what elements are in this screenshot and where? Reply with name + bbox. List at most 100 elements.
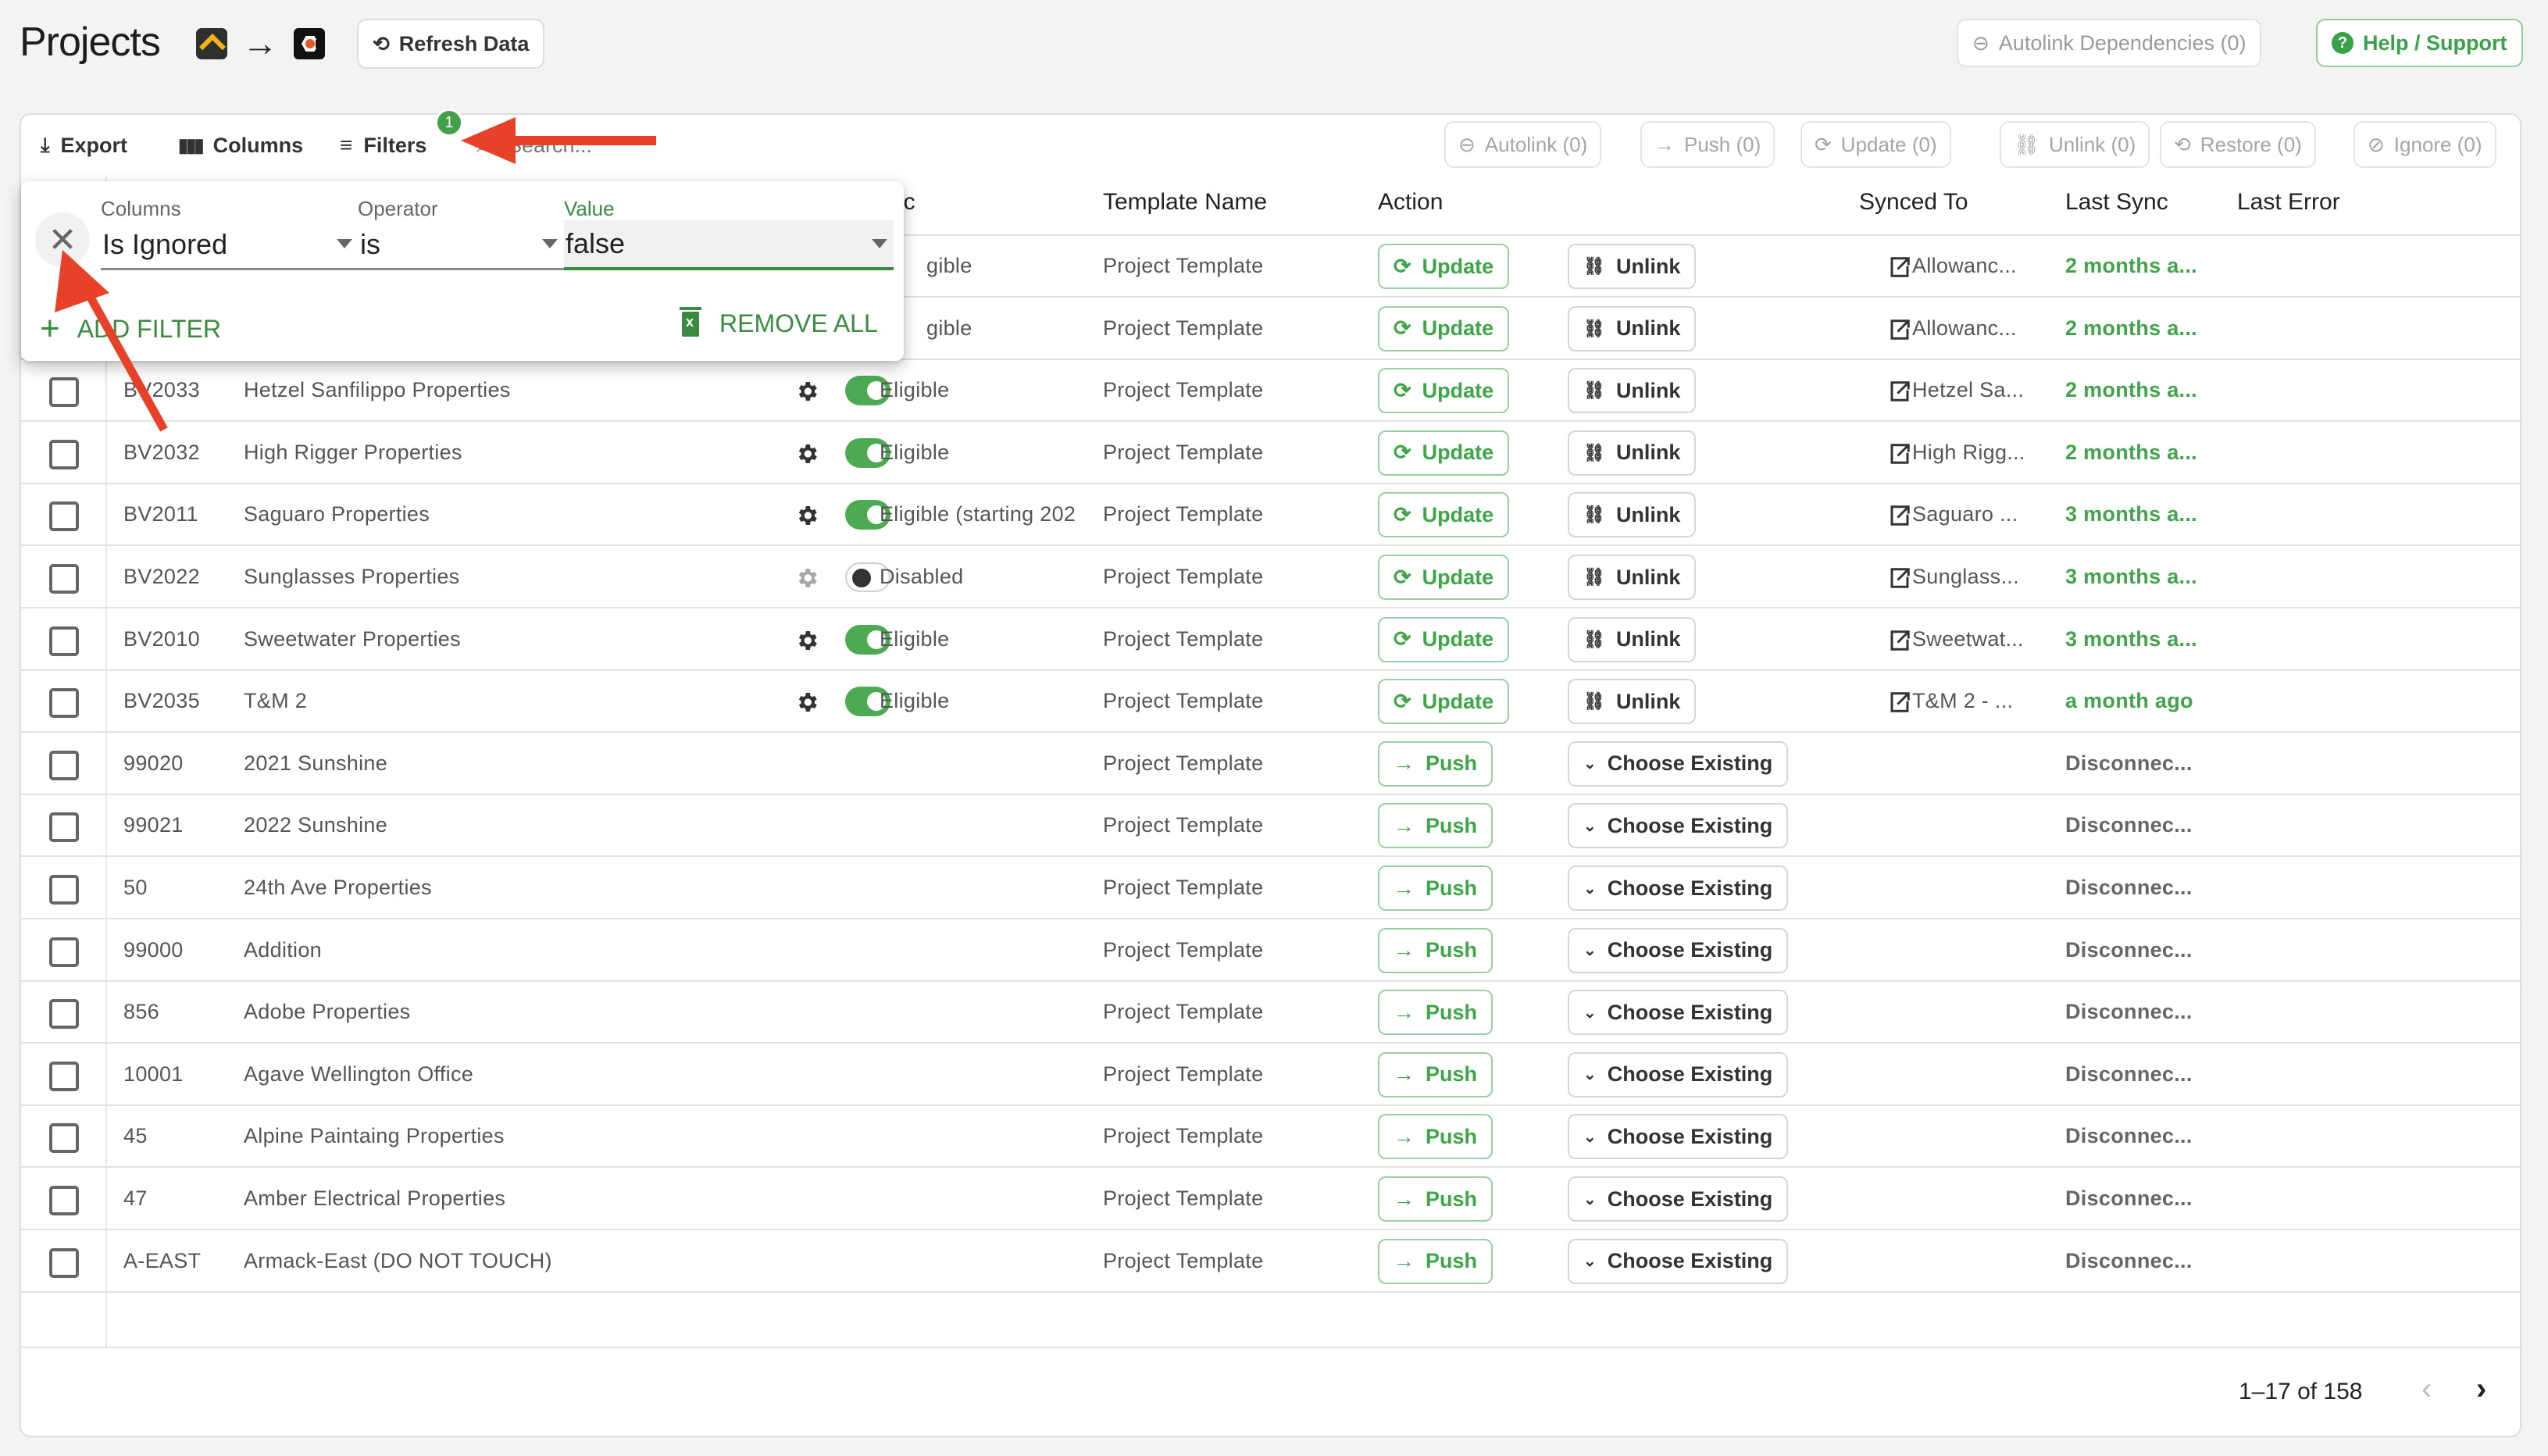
remove-filter-button[interactable]: ✕ [35,212,90,267]
sync-settings-gear-icon[interactable] [794,503,819,528]
row-select-checkbox[interactable] [49,999,79,1030]
column-header-action[interactable]: Action [1378,189,1443,216]
table-row[interactable]: 50 24th Ave Properties Project Template → Pu… [21,858,2520,919]
update-button[interactable]: ⟳ Update [1378,368,1510,414]
push-button[interactable]: → Push [1378,927,1493,973]
open-external-icon[interactable] [1888,504,1911,527]
update-button[interactable]: ⟳ Update [1378,555,1510,600]
row-select-checkbox[interactable] [49,688,79,719]
open-external-icon[interactable] [1888,629,1911,652]
row-select-checkbox[interactable] [49,1186,79,1215]
choose-existing-button[interactable]: ⌄ Choose Existing [1568,803,1789,849]
push-button[interactable]: → Push [1378,1114,1493,1160]
open-external-icon[interactable] [1888,255,1911,279]
sync-settings-gear-icon[interactable] [794,628,819,653]
row-select-checkbox[interactable] [49,439,79,469]
choose-existing-button[interactable]: ⌄ Choose Existing [1568,990,1789,1036]
bulk-update-button[interactable]: ⟳ Update (0) [1800,121,1951,168]
table-row[interactable]: 99020 2021 Sunshine Project Template → Push ⌄… [21,733,2520,795]
push-button[interactable]: → Push [1378,1051,1493,1097]
row-select-checkbox[interactable] [49,812,79,843]
bulk-restore-button[interactable]: ⟲ Restore (0) [2160,121,2316,168]
push-button[interactable]: → Push [1378,990,1493,1036]
unlink-button[interactable]: ⛓ Unlink [1568,679,1697,725]
synced-to-link[interactable]: Saguaro ... [1912,484,2018,544]
push-button[interactable]: → Push [1378,1238,1493,1284]
choose-existing-button[interactable]: ⌄ Choose Existing [1568,865,1789,911]
filter-value-select[interactable]: false [564,220,894,270]
table-row[interactable]: A-EAST Armack-East (DO NOT TOUCH) Project … [21,1231,2520,1293]
push-button[interactable]: → Push [1378,740,1493,787]
open-external-icon[interactable] [1888,380,1911,403]
unlink-button[interactable]: ⛓ Unlink [1568,244,1697,289]
refresh-data-button[interactable]: ⟲ Refresh Data [357,19,545,69]
update-button[interactable]: ⟳ Update [1378,244,1510,289]
synced-to-link[interactable]: Sweetwat... [1912,609,2024,669]
synced-to-link[interactable]: Hetzel Sa... [1912,360,2024,420]
sync-settings-gear-icon[interactable] [794,690,819,715]
unlink-button[interactable]: ⛓ Unlink [1568,368,1697,414]
filter-operator-select[interactable]: is [359,220,564,270]
synced-to-link[interactable]: Allowanc... [1912,236,2017,296]
table-row[interactable]: BV2035 T&M 2 Eligible Project Template ⟳ Upda… [21,671,2520,733]
table-row[interactable]: 47 Amber Electrical Properties Project Tem… [21,1169,2520,1230]
table-row[interactable]: 45 Alpine Paintaing Properties Project Tem… [21,1106,2520,1169]
table-row[interactable]: 99021 2022 Sunshine Project Template → Push ⌄… [21,795,2520,858]
update-button[interactable]: ⟳ Update [1378,430,1510,476]
row-select-checkbox[interactable] [49,875,79,905]
push-button[interactable]: → Push [1378,865,1493,911]
column-header-last-error[interactable]: Last Error [2237,189,2340,216]
push-button[interactable]: → Push [1378,1176,1493,1222]
choose-existing-button[interactable]: ⌄ Choose Existing [1568,1238,1789,1284]
bulk-autolink-button[interactable]: ⊖ Autolink (0) [1444,121,1602,168]
unlink-button[interactable]: ⛓ Unlink [1568,616,1697,662]
search-input[interactable] [476,130,945,161]
row-select-checkbox[interactable] [49,564,79,594]
open-external-icon[interactable] [1888,318,1911,341]
row-select-checkbox[interactable] [49,377,79,408]
choose-existing-button[interactable]: ⌄ Choose Existing [1568,1176,1789,1222]
add-filter-button[interactable]: + ADD FILTER [40,309,221,348]
export-button[interactable]: ⤓ Export [41,130,127,161]
update-button[interactable]: ⟳ Update [1378,616,1510,662]
filters-button[interactable]: ≡ Filters [340,130,426,161]
remove-all-filters-button[interactable]: REMOVE ALL [680,306,878,338]
sync-settings-gear-icon[interactable] [794,566,819,591]
table-row[interactable]: 856 Adobe Properties Project Template → Push… [21,982,2520,1044]
choose-existing-button[interactable]: ⌄ Choose Existing [1568,740,1789,787]
choose-existing-button[interactable]: ⌄ Choose Existing [1568,927,1789,973]
row-select-checkbox[interactable] [49,937,79,967]
bulk-ignore-button[interactable]: ⊘ Ignore (0) [2354,121,2496,168]
synced-to-link[interactable]: Allowanc... [1912,298,2017,359]
column-header-last-sync[interactable]: Last Sync [2065,189,2168,216]
table-row[interactable]: 10001 Agave Wellington Office Project Temp… [21,1044,2520,1106]
sync-settings-gear-icon[interactable] [794,379,819,404]
table-row[interactable]: BV2032 High Rigger Properties Eligible Proj… [21,423,2520,484]
synced-to-link[interactable]: T&M 2 - ... [1912,671,2013,731]
table-row[interactable]: BV2010 Sweetwater Properties Eligible Proje… [21,609,2520,671]
choose-existing-button[interactable]: ⌄ Choose Existing [1568,1051,1789,1097]
table-row[interactable]: BV2022 Sunglasses Properties Disabled Proje… [21,547,2520,608]
column-header-synced-to[interactable]: Synced To [1859,189,1968,216]
table-row[interactable]: BV2033 Hetzel Sanfilippo Properties Eligib… [21,360,2520,423]
next-page-button[interactable]: › [2476,1372,2486,1407]
bulk-unlink-button[interactable]: ⛓ Unlink (0) [2000,121,2150,168]
previous-page-button[interactable]: ‹ [2421,1372,2432,1407]
open-external-icon[interactable] [1888,442,1911,466]
unlink-button[interactable]: ⛓ Unlink [1568,555,1697,600]
synced-to-link[interactable]: Sunglass... [1912,547,2019,607]
row-select-checkbox[interactable] [49,750,79,780]
help-support-button[interactable]: ? Help / Support [2316,19,2523,67]
sync-settings-gear-icon[interactable] [794,441,819,466]
row-select-checkbox[interactable] [49,501,79,532]
column-header-template-name[interactable]: Template Name [1103,189,1267,216]
row-select-checkbox[interactable] [49,1061,79,1091]
filter-column-select[interactable]: Is Ignored [101,220,359,270]
unlink-button[interactable]: ⛓ Unlink [1568,492,1697,538]
push-button[interactable]: → Push [1378,803,1493,849]
unlink-button[interactable]: ⛓ Unlink [1568,305,1697,352]
unlink-button[interactable]: ⛓ Unlink [1568,430,1697,476]
row-select-checkbox[interactable] [49,1123,79,1154]
update-button[interactable]: ⟳ Update [1378,492,1510,538]
autolink-dependencies-button[interactable]: ⊖ Autolink Dependencies (0) [1957,19,2262,67]
